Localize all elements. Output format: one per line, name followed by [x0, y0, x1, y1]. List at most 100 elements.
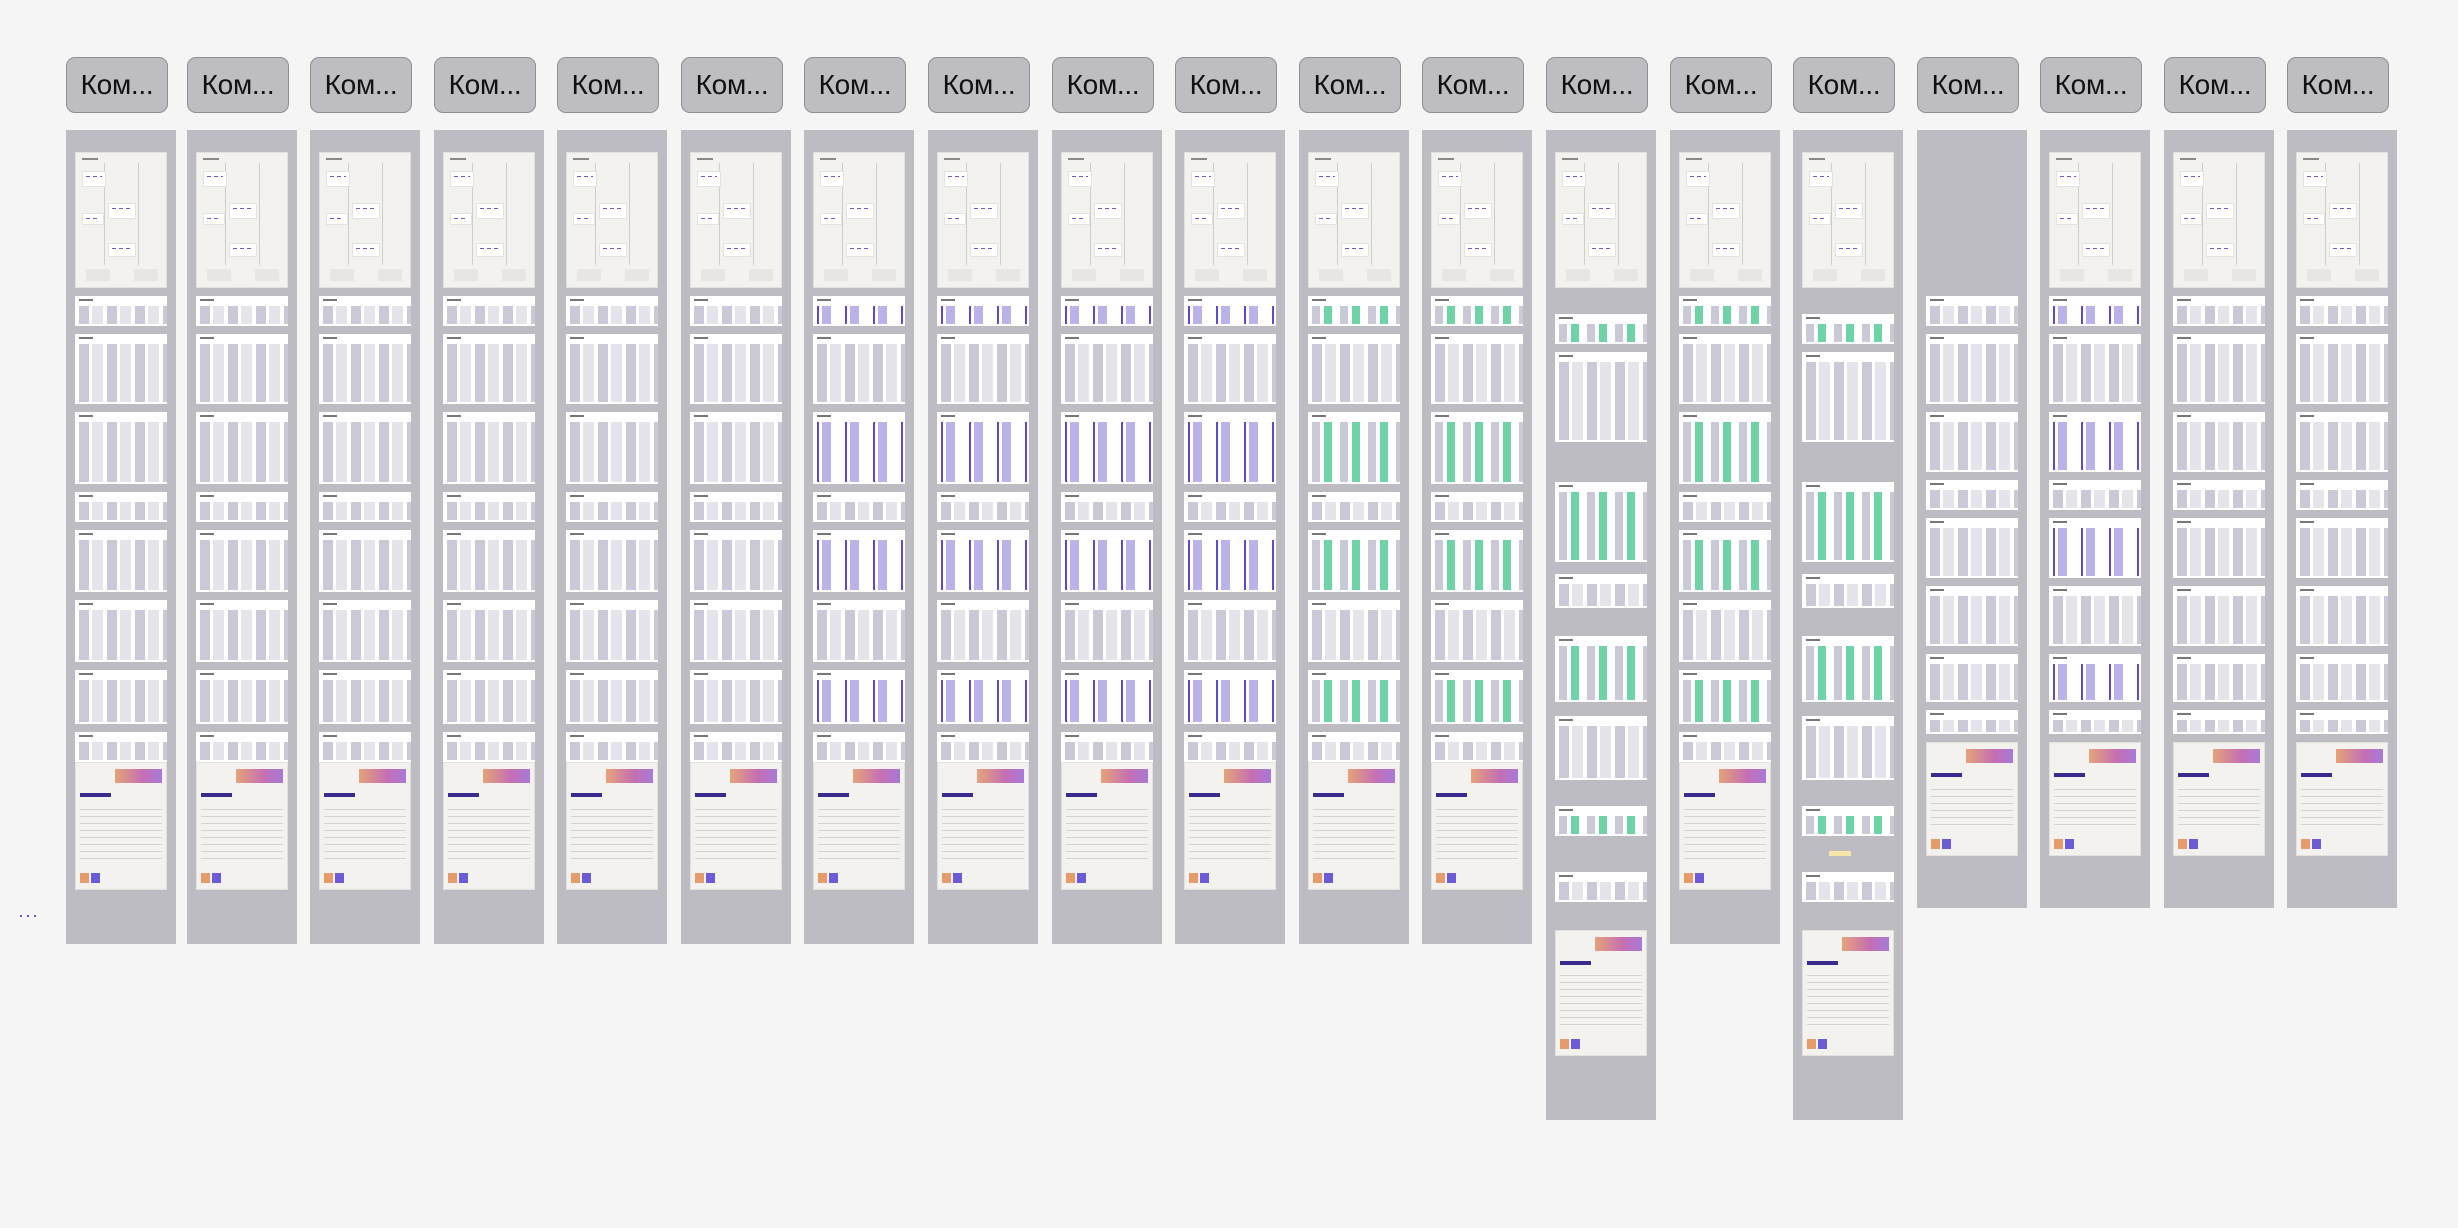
- column-section[interactable]: [2287, 130, 2397, 908]
- component-list-frame[interactable]: [1308, 492, 1400, 522]
- component-list-frame[interactable]: [1431, 732, 1523, 762]
- component-list-frame[interactable]: [937, 530, 1029, 592]
- component-list-frame[interactable]: [1926, 586, 2018, 646]
- component-list-frame[interactable]: [319, 412, 411, 484]
- column-label[interactable]: Ком...: [1299, 57, 1401, 113]
- component-list-frame[interactable]: [2173, 480, 2265, 510]
- screen-thumbnail[interactable]: [937, 152, 1029, 288]
- component-list-frame[interactable]: [566, 530, 658, 592]
- profile-screen-thumbnail[interactable]: [1802, 930, 1894, 1056]
- screen-thumbnail[interactable]: [1802, 152, 1894, 288]
- profile-screen-thumbnail[interactable]: [196, 762, 288, 890]
- component-list-frame[interactable]: [2049, 334, 2141, 404]
- component-list-frame[interactable]: [813, 732, 905, 762]
- component-list-frame[interactable]: [1802, 872, 1894, 902]
- component-list-frame[interactable]: [2173, 296, 2265, 326]
- component-list-frame[interactable]: [319, 334, 411, 404]
- screen-thumbnail[interactable]: [2049, 152, 2141, 288]
- component-list-frame[interactable]: [1679, 492, 1771, 522]
- component-list-frame[interactable]: [1061, 600, 1153, 662]
- component-list-frame[interactable]: [1431, 600, 1523, 662]
- component-list-frame[interactable]: [937, 492, 1029, 522]
- component-list-frame[interactable]: [1431, 670, 1523, 724]
- component-list-frame[interactable]: [1555, 636, 1647, 702]
- component-list-frame[interactable]: [1184, 670, 1276, 724]
- component-list-frame[interactable]: [1926, 334, 2018, 404]
- component-list-frame[interactable]: [690, 530, 782, 592]
- profile-screen-thumbnail[interactable]: [1184, 762, 1276, 890]
- component-list-frame[interactable]: [75, 492, 167, 522]
- component-list-frame[interactable]: [319, 670, 411, 724]
- component-list-frame[interactable]: [2173, 334, 2265, 404]
- screen-thumbnail[interactable]: [196, 152, 288, 288]
- component-list-frame[interactable]: [813, 600, 905, 662]
- component-list-frame[interactable]: [1308, 530, 1400, 592]
- component-list-frame[interactable]: [196, 670, 288, 724]
- profile-screen-thumbnail[interactable]: [1061, 762, 1153, 890]
- component-list-frame[interactable]: [813, 492, 905, 522]
- component-list-frame[interactable]: [1184, 530, 1276, 592]
- screen-thumbnail[interactable]: [443, 152, 535, 288]
- profile-screen-thumbnail[interactable]: [813, 762, 905, 890]
- component-list-frame[interactable]: [1431, 334, 1523, 404]
- screen-thumbnail[interactable]: [1061, 152, 1153, 288]
- component-list-frame[interactable]: [1679, 600, 1771, 662]
- column-section[interactable]: [434, 130, 544, 944]
- component-list-frame[interactable]: [2173, 518, 2265, 578]
- screen-thumbnail[interactable]: [690, 152, 782, 288]
- component-list-frame[interactable]: [1802, 314, 1894, 344]
- component-list-frame[interactable]: [937, 732, 1029, 762]
- component-list-frame[interactable]: [2049, 296, 2141, 326]
- component-list-frame[interactable]: [937, 412, 1029, 484]
- component-list-frame[interactable]: [443, 296, 535, 326]
- component-list-frame[interactable]: [1802, 482, 1894, 562]
- component-list-frame[interactable]: [75, 732, 167, 762]
- component-list-frame[interactable]: [690, 492, 782, 522]
- profile-screen-thumbnail[interactable]: [566, 762, 658, 890]
- component-list-frame[interactable]: [443, 334, 535, 404]
- component-list-frame[interactable]: [2296, 654, 2388, 702]
- profile-screen-thumbnail[interactable]: [2049, 742, 2141, 856]
- column-section[interactable]: [804, 130, 914, 944]
- component-list-frame[interactable]: [319, 492, 411, 522]
- column-label[interactable]: Ком...: [1917, 57, 2019, 113]
- component-list-frame[interactable]: [319, 600, 411, 662]
- column-label[interactable]: Ком...: [66, 57, 168, 113]
- component-list-frame[interactable]: [1802, 716, 1894, 780]
- column-section[interactable]: [1917, 130, 2027, 908]
- profile-screen-thumbnail[interactable]: [2173, 742, 2265, 856]
- component-list-frame[interactable]: [1431, 492, 1523, 522]
- column-section[interactable]: [1052, 130, 1162, 944]
- component-list-frame[interactable]: [1926, 710, 2018, 734]
- profile-screen-thumbnail[interactable]: [1308, 762, 1400, 890]
- column-section[interactable]: [1299, 130, 1409, 944]
- column-label[interactable]: Ком...: [1422, 57, 1524, 113]
- component-list-frame[interactable]: [1679, 334, 1771, 404]
- component-list-frame[interactable]: [1184, 492, 1276, 522]
- component-list-frame[interactable]: [2049, 480, 2141, 510]
- component-list-frame[interactable]: [1431, 296, 1523, 326]
- screen-thumbnail[interactable]: [813, 152, 905, 288]
- column-section[interactable]: [1422, 130, 1532, 944]
- component-list-frame[interactable]: [75, 670, 167, 724]
- component-list-frame[interactable]: [690, 296, 782, 326]
- component-list-frame[interactable]: [566, 732, 658, 762]
- component-list-frame[interactable]: [1926, 480, 2018, 510]
- component-list-frame[interactable]: [2296, 296, 2388, 326]
- component-list-frame[interactable]: [1679, 412, 1771, 484]
- column-section[interactable]: [310, 130, 420, 944]
- component-list-frame[interactable]: [2296, 518, 2388, 578]
- profile-screen-thumbnail[interactable]: [443, 762, 535, 890]
- column-label[interactable]: Ком...: [187, 57, 289, 113]
- component-list-frame[interactable]: [1308, 670, 1400, 724]
- component-list-frame[interactable]: [2173, 586, 2265, 646]
- component-list-frame[interactable]: [1431, 412, 1523, 484]
- column-label[interactable]: Ком...: [1052, 57, 1154, 113]
- component-list-frame[interactable]: [813, 530, 905, 592]
- component-list-frame[interactable]: [2173, 654, 2265, 702]
- component-list-frame[interactable]: [937, 296, 1029, 326]
- component-list-frame[interactable]: [1926, 518, 2018, 578]
- component-list-frame[interactable]: [2049, 586, 2141, 646]
- component-list-frame[interactable]: [75, 412, 167, 484]
- component-list-frame[interactable]: [690, 412, 782, 484]
